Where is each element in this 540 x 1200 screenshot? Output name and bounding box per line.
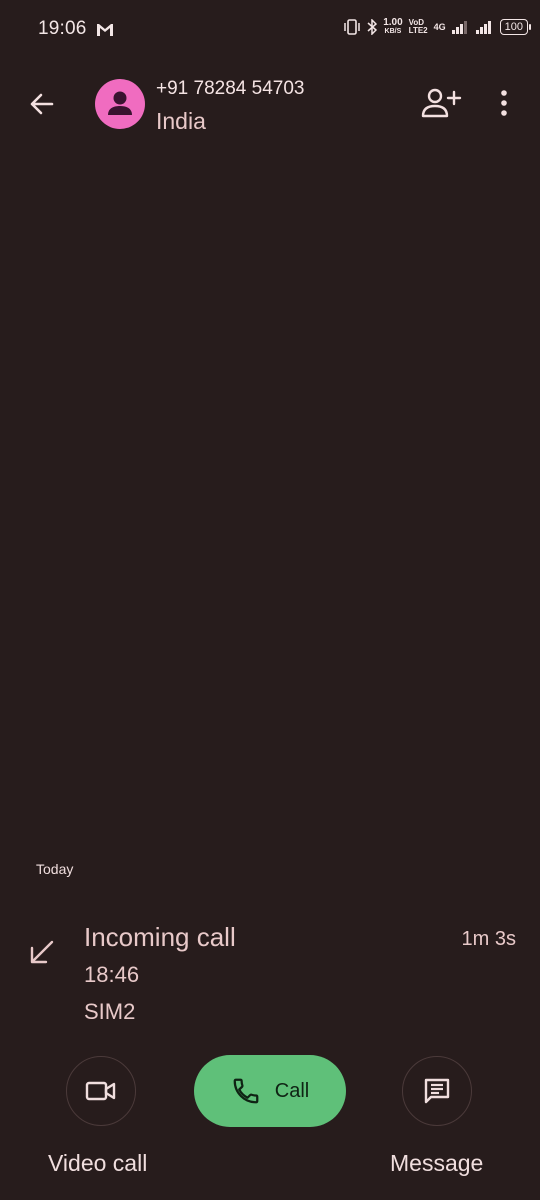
speed-unit: KB/S [384,28,402,35]
message-label: Message [390,1150,484,1176]
status-icons: 1.00 KB/S VoD LTE2 4G 100 [343,18,532,36]
section-date: Today [36,861,74,877]
message-button[interactable] [402,1056,472,1126]
speed-value: 1.00 [383,17,403,28]
call-sim: SIM2 [84,999,136,1024]
back-button[interactable] [24,86,60,122]
call-type: Incoming call [84,922,236,952]
battery-indicator: 100 [499,19,532,35]
video-call-label: Video call [48,1150,148,1176]
call-time: 18:46 [84,962,140,987]
signal-sim1-icon [451,21,467,34]
contact-country: India [156,108,206,134]
network-type: 4G [433,22,446,32]
avatar [95,79,145,129]
gmail-notification-icon [97,24,113,36]
phone-icon [233,1078,259,1104]
person-icon [108,91,132,115]
video-call-button[interactable] [66,1056,136,1126]
call-button-label: Call [274,1079,310,1102]
add-contact-button[interactable] [418,84,462,124]
volte-indicator: VoD LTE2 [409,19,428,35]
network-speed: 1.00 KB/S [383,18,402,36]
video-camera-icon [85,1081,116,1101]
call-button[interactable]: Call [194,1055,346,1127]
signal-sim2-icon [475,21,491,34]
vibrate-icon [344,19,360,35]
incoming-call-icon [30,940,54,964]
call-duration: 1m 3s [461,928,516,950]
bluetooth-icon [367,19,378,35]
volte-bottom: LTE2 [408,26,428,35]
status-time: 19:06 [38,18,87,39]
more-options-button[interactable] [494,86,514,122]
message-icon [424,1078,450,1104]
contact-number: +91 78284 54703 [156,78,305,99]
